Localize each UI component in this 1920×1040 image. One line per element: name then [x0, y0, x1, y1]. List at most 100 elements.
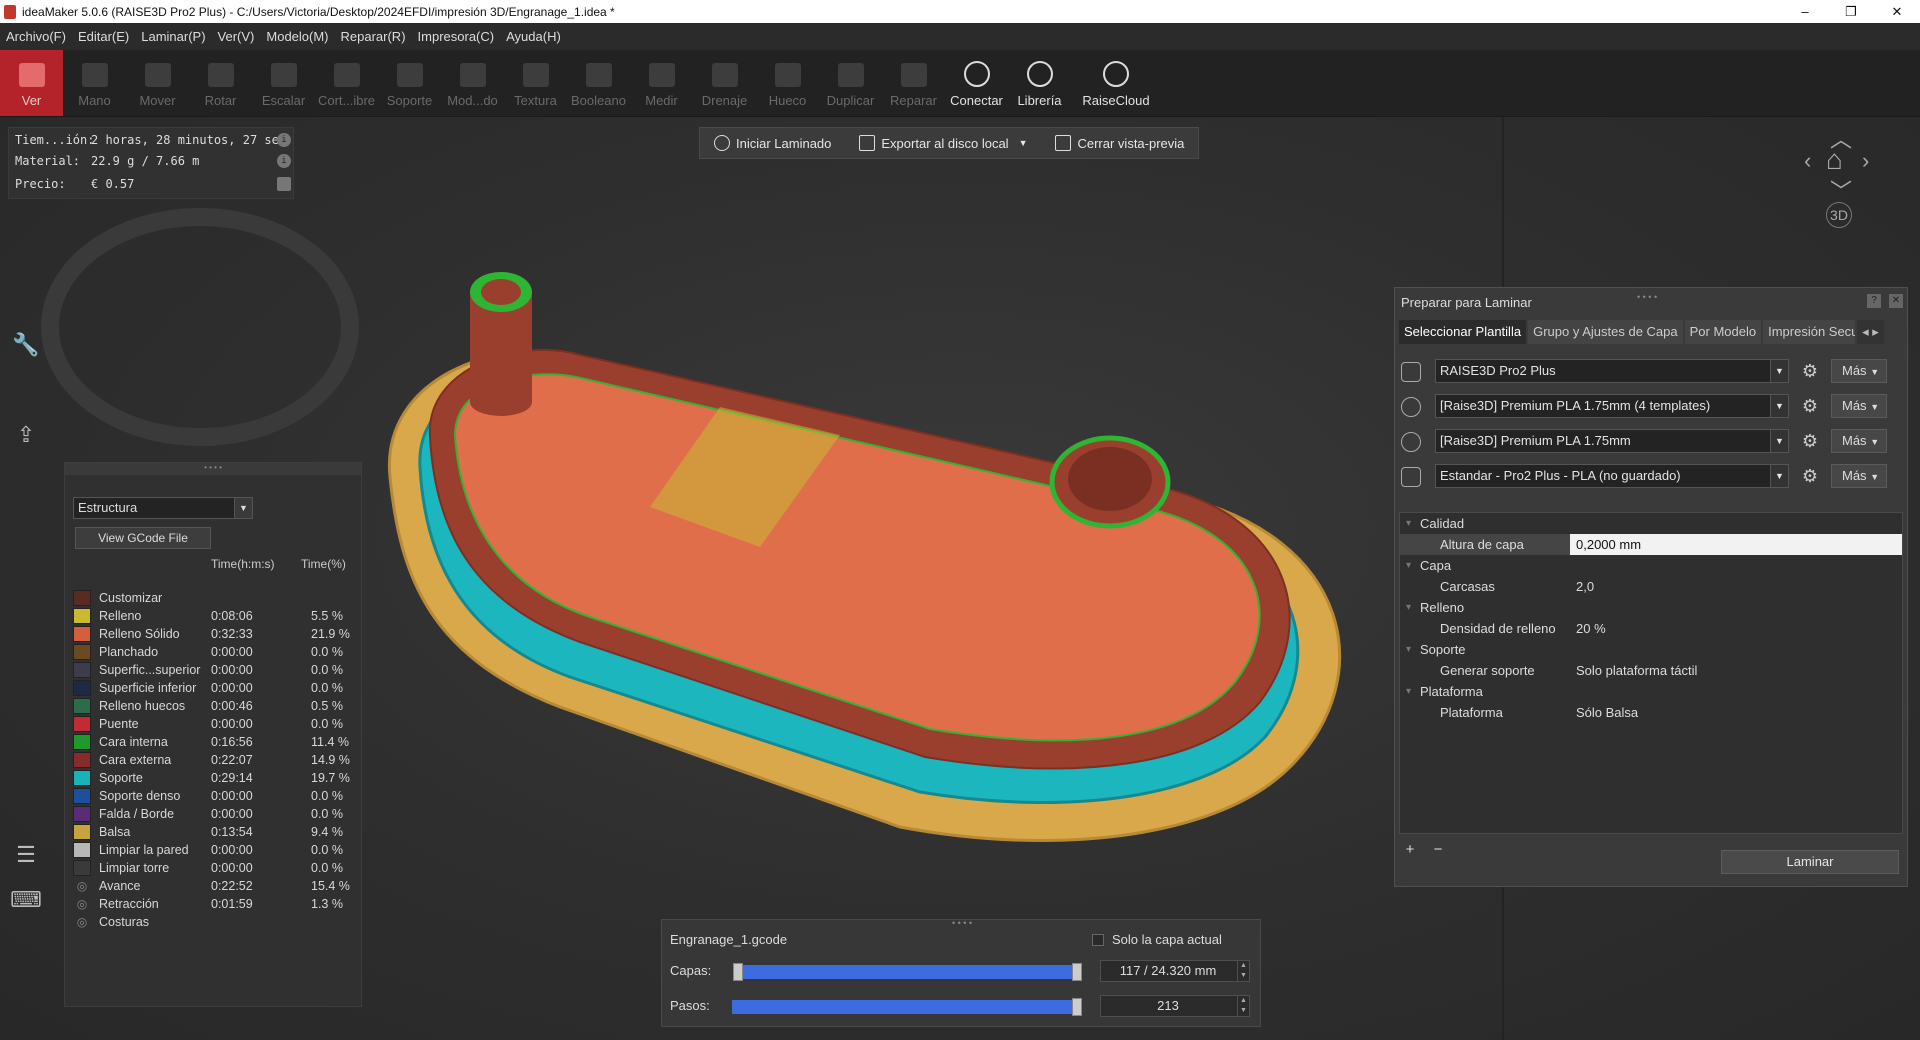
only-current-layer-checkbox[interactable]: Solo la capa actual: [1092, 932, 1222, 947]
color-swatch[interactable]: [73, 860, 91, 876]
visibility-icon[interactable]: ◎: [73, 914, 91, 930]
color-swatch[interactable]: [73, 590, 91, 606]
legend-row[interactable]: Balsa 0:13:54 9.4 %: [73, 823, 363, 841]
generate-support-row[interactable]: Generar soporte Solo plataforma táctil: [1400, 660, 1902, 681]
task-list-icon[interactable]: ☰: [10, 842, 42, 872]
color-swatch[interactable]: [73, 788, 91, 804]
keyboard-icon[interactable]: ⌨: [10, 887, 42, 917]
laminar-button[interactable]: Laminar: [1721, 850, 1899, 874]
legend-row[interactable]: Relleno 0:08:06 5.5 %: [73, 607, 363, 625]
filament1-select[interactable]: [Raise3D] Premium PLA 1.75mm (4 template…: [1435, 394, 1789, 418]
spinner-arrows[interactable]: ▲ ▼: [1237, 961, 1249, 981]
color-swatch[interactable]: [73, 716, 91, 732]
layers-slider-end-handle[interactable]: [1072, 963, 1082, 981]
tab-grupo-ajustes[interactable]: Grupo y Ajustes de Capa: [1528, 320, 1683, 344]
layers-value-field[interactable]: 117 / 24.320 mm ▲ ▼: [1100, 960, 1250, 982]
color-swatch[interactable]: [73, 626, 91, 642]
menu-impresora[interactable]: Impresora(C): [412, 29, 501, 44]
legend-row[interactable]: Limpiar torre 0:00:00 0.0 %: [73, 859, 363, 877]
color-swatch[interactable]: [73, 752, 91, 768]
save-icon[interactable]: [277, 177, 291, 191]
layer-height-input[interactable]: 0,2000 mm: [1570, 534, 1902, 555]
tab-impresion-secuencial[interactable]: Impresión Secu: [1763, 320, 1856, 344]
platform-row[interactable]: Plataforma Sólo Balsa: [1400, 702, 1902, 723]
export-local-button[interactable]: Exportar al disco local ▼: [845, 128, 1041, 158]
more-button[interactable]: Más ▼: [1831, 464, 1887, 488]
legend-row[interactable]: Relleno huecos 0:00:46 0.5 %: [73, 697, 363, 715]
spinner-arrows[interactable]: ▲ ▼: [1237, 996, 1249, 1016]
legend-row[interactable]: Soporte denso 0:00:00 0.0 %: [73, 787, 363, 805]
3d-viewport[interactable]: Tiem...ión: 2 horas, 28 minutos, 27 se i…: [0, 117, 1920, 1040]
legend-row[interactable]: Soporte 0:29:14 19.7 %: [73, 769, 363, 787]
more-button[interactable]: Más ▼: [1831, 429, 1887, 453]
minimize-button[interactable]: –: [1782, 0, 1828, 23]
layers-slider-start-handle[interactable]: [733, 963, 743, 981]
3d-view-icon[interactable]: 3D: [1826, 202, 1852, 228]
help-button[interactable]: ?: [1867, 294, 1881, 308]
color-swatch[interactable]: [73, 680, 91, 696]
more-button[interactable]: Más ▼: [1831, 359, 1887, 383]
legend-row[interactable]: ◎ Retracción 0:01:59 1.3 %: [73, 895, 363, 913]
legend-row[interactable]: ◎ Avance 0:22:52 15.4 %: [73, 877, 363, 895]
nav-right-icon[interactable]: ›: [1862, 148, 1869, 174]
filament2-select[interactable]: [Raise3D] Premium PLA 1.75mm ▼: [1435, 429, 1789, 453]
layers-slider[interactable]: [733, 963, 1082, 981]
close-preview-button[interactable]: Cerrar vista-previa: [1041, 128, 1198, 158]
color-swatch[interactable]: [73, 824, 91, 840]
chevron-down-icon[interactable]: ▼: [1019, 138, 1028, 148]
visibility-icon[interactable]: ◎: [73, 878, 91, 894]
gear-icon[interactable]: ⚙: [1799, 360, 1821, 382]
printer-select[interactable]: RAISE3D Pro2 Plus ▼: [1435, 359, 1789, 383]
panel-grip[interactable]: • • • •: [65, 463, 361, 475]
close-panel-button[interactable]: ✕: [1889, 294, 1903, 308]
legend-row[interactable]: Falda / Borde 0:00:00 0.0 %: [73, 805, 363, 823]
color-swatch[interactable]: [73, 770, 91, 786]
wrench-icon[interactable]: 🔧: [10, 332, 42, 362]
view-mode-select[interactable]: Estructura ▼: [73, 497, 253, 519]
menu-reparar[interactable]: Reparar(R): [335, 29, 412, 44]
nav-left-icon[interactable]: ‹: [1804, 148, 1811, 174]
gear-icon[interactable]: ⚙: [1799, 430, 1821, 452]
info-icon[interactable]: i: [277, 133, 291, 147]
group-relleno[interactable]: Relleno: [1400, 597, 1902, 618]
maximize-button[interactable]: ❐: [1828, 0, 1874, 23]
legend-row[interactable]: Cara interna 0:16:56 11.4 %: [73, 733, 363, 751]
more-button[interactable]: Más ▼: [1831, 394, 1887, 418]
group-calidad[interactable]: Calidad: [1400, 513, 1902, 534]
legend-row[interactable]: Superfic...superior 0:00:00 0.0 %: [73, 661, 363, 679]
home-view-icon[interactable]: ⌂: [1826, 144, 1843, 176]
legend-row[interactable]: Cara externa 0:22:07 14.9 %: [73, 751, 363, 769]
panel-grip[interactable]: • • • •: [952, 918, 972, 928]
menu-archivo[interactable]: Archivo(F): [0, 29, 72, 44]
color-swatch[interactable]: [73, 608, 91, 624]
legend-row[interactable]: Relleno Sólido 0:32:33 21.9 %: [73, 625, 363, 643]
view-gcode-button[interactable]: View GCode File: [75, 527, 211, 549]
panel-grip[interactable]: • • • •: [1637, 282, 1657, 312]
tab-seleccionar-plantilla[interactable]: Seleccionar Plantilla: [1399, 320, 1527, 344]
color-swatch[interactable]: [73, 698, 91, 714]
steps-slider-handle[interactable]: [1072, 998, 1082, 1016]
color-swatch[interactable]: [73, 806, 91, 822]
group-soporte[interactable]: Soporte: [1400, 639, 1902, 660]
group-capa[interactable]: Capa: [1400, 555, 1902, 576]
menu-ver[interactable]: Ver(V): [212, 29, 261, 44]
menu-laminar[interactable]: Laminar(P): [135, 29, 211, 44]
color-swatch[interactable]: [73, 644, 91, 660]
color-swatch[interactable]: [73, 734, 91, 750]
template-select[interactable]: Estandar - Pro2 Plus - PLA (no guardado)…: [1435, 464, 1789, 488]
legend-row[interactable]: Puente 0:00:00 0.0 %: [73, 715, 363, 733]
menu-editar[interactable]: Editar(E): [72, 29, 135, 44]
layer-height-row[interactable]: Altura de capa 0,2000 mm: [1400, 534, 1902, 555]
checkbox-box[interactable]: [1092, 933, 1104, 946]
gear-icon[interactable]: ⚙: [1799, 465, 1821, 487]
close-button[interactable]: ✕: [1874, 0, 1920, 23]
tool-view[interactable]: Ver: [0, 50, 63, 116]
menu-modelo[interactable]: Modelo(M): [260, 29, 334, 44]
legend-row[interactable]: ◎ Costuras: [73, 913, 363, 931]
color-swatch[interactable]: [73, 662, 91, 678]
color-swatch[interactable]: [73, 842, 91, 858]
tab-por-modelo[interactable]: Por Modelo: [1684, 320, 1762, 344]
legend-row[interactable]: Customizar: [73, 589, 363, 607]
info-icon[interactable]: i: [277, 154, 291, 168]
upload-icon[interactable]: ⇪: [10, 422, 42, 452]
